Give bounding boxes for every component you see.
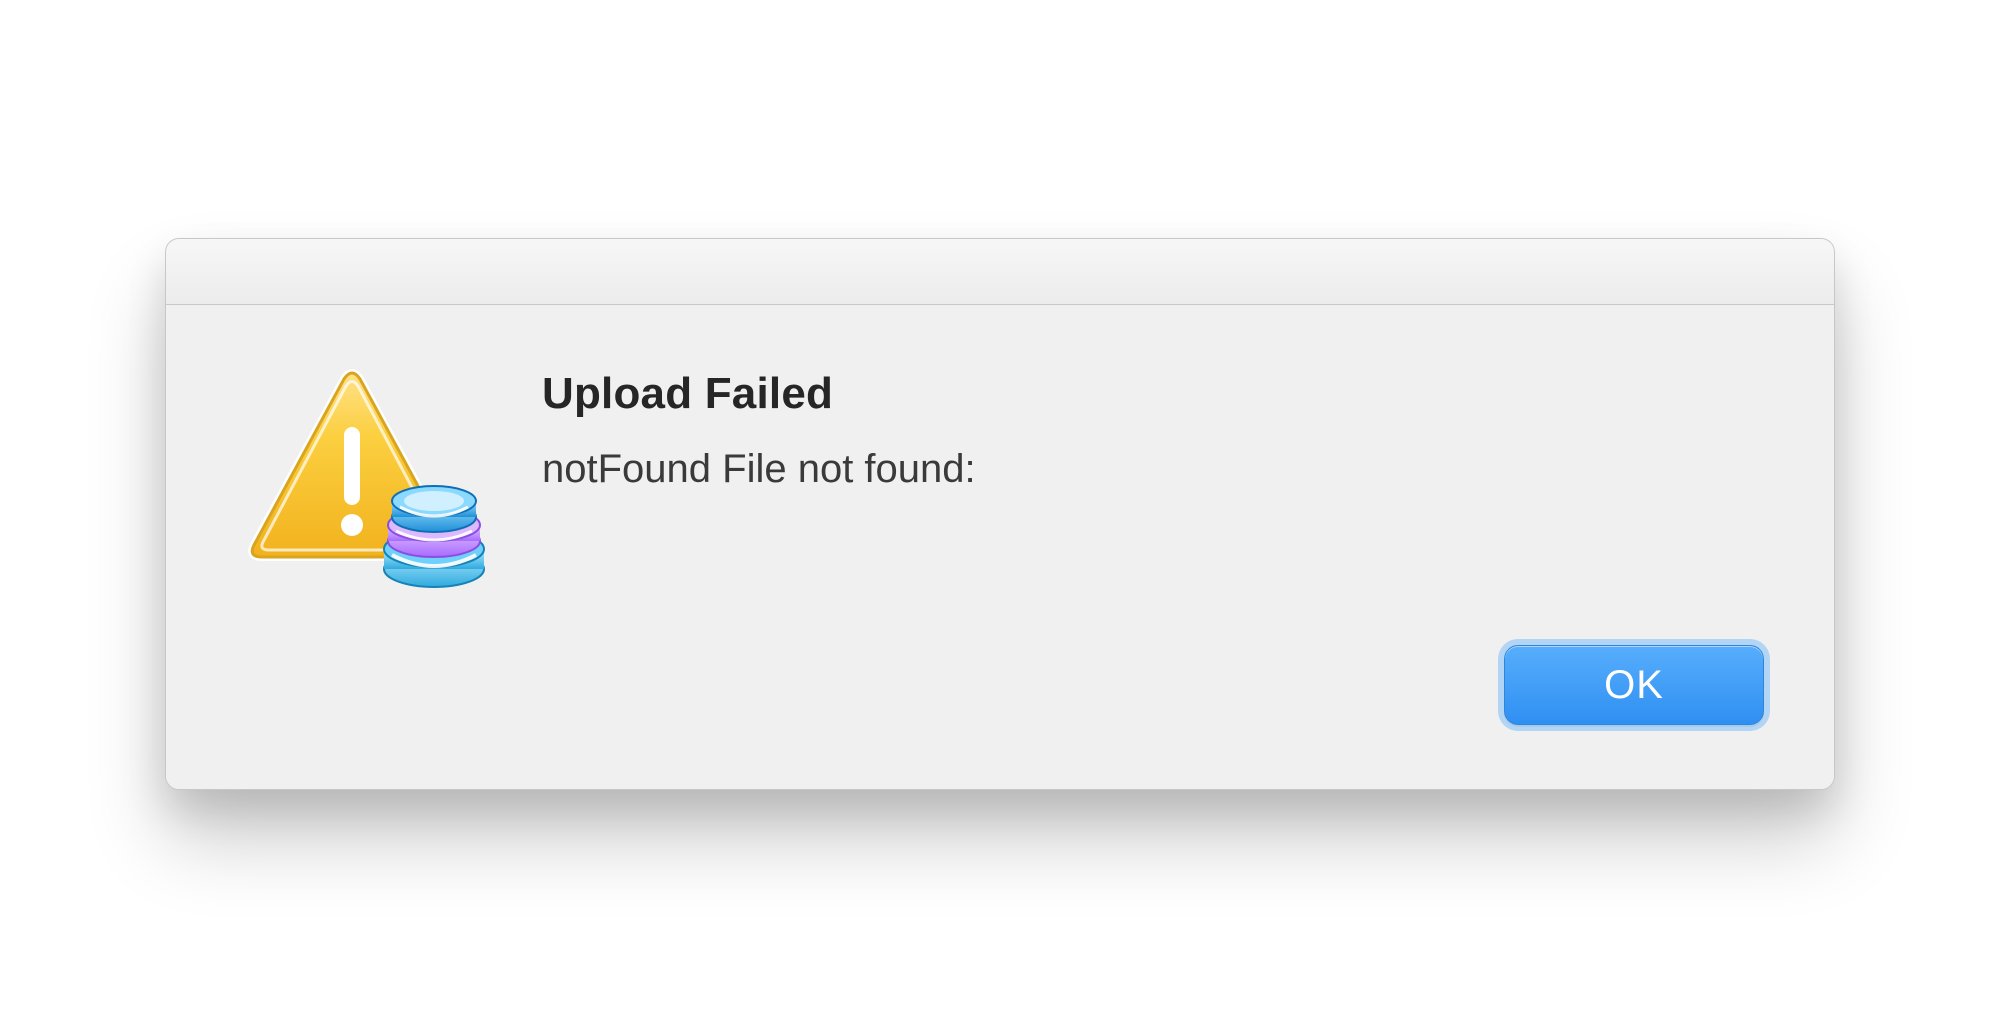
alert-icon-composite bbox=[234, 365, 494, 595]
dialog-button-row: OK bbox=[166, 645, 1834, 789]
dialog-body: Upload Failed notFound File not found: bbox=[166, 305, 1834, 645]
dialog-text: Upload Failed notFound File not found: bbox=[542, 365, 1766, 492]
dialog-titlebar bbox=[166, 239, 1834, 305]
alert-dialog: Upload Failed notFound File not found: O… bbox=[165, 238, 1835, 790]
dialog-message: notFound File not found: bbox=[542, 447, 1766, 492]
ok-button[interactable]: OK bbox=[1504, 645, 1764, 725]
dialog-title: Upload Failed bbox=[542, 369, 1766, 419]
database-stack-icon bbox=[384, 486, 484, 587]
